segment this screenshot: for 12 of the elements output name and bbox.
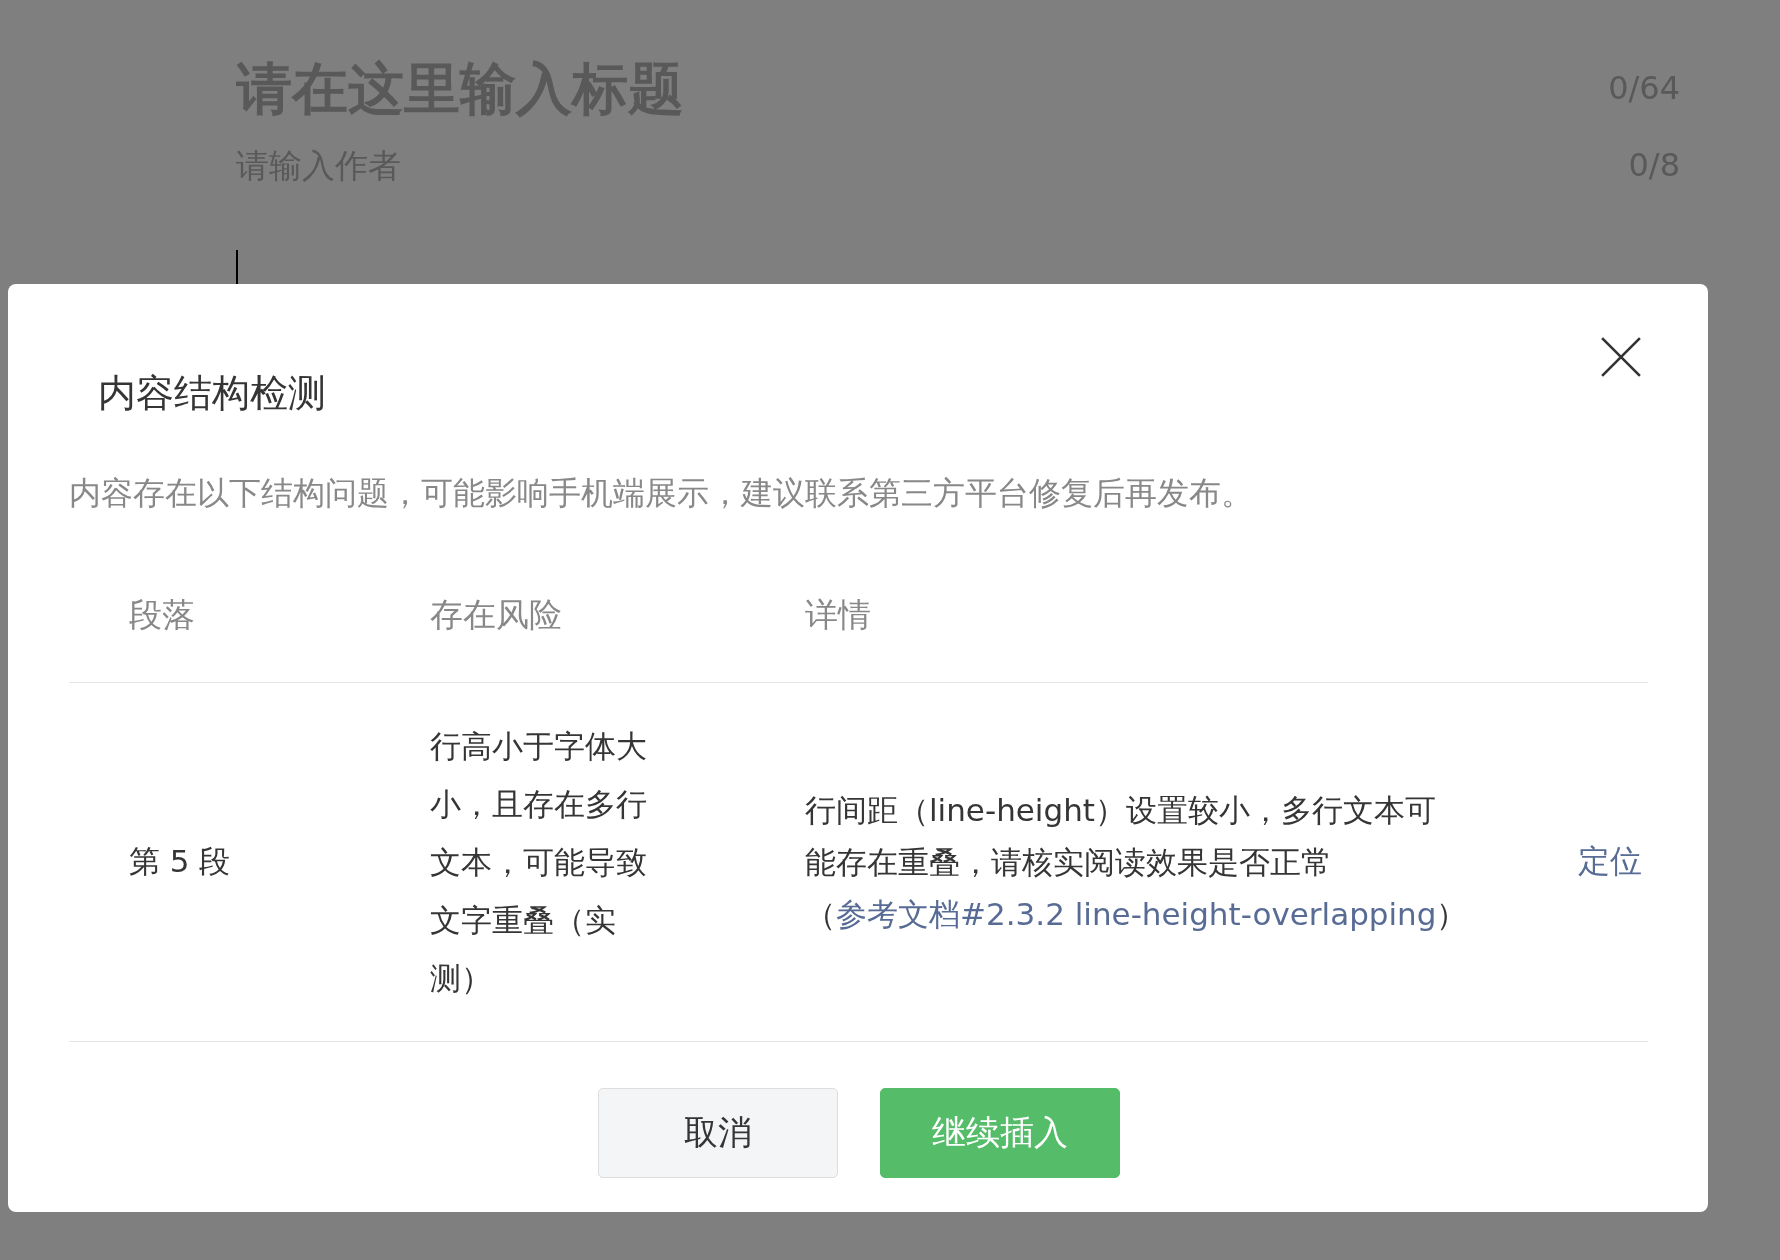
column-header: 段落 — [128, 594, 196, 636]
doc-link[interactable]: 参考文档#2.3.2 line-height-overlapping — [836, 896, 1437, 932]
column-header: 存在风险 — [430, 594, 563, 636]
close-icon[interactable] — [1600, 336, 1642, 378]
table-cell-text: 第 5 段 — [128, 842, 232, 881]
table-cell-text: 行高小于字体大小，且存在多行文本，可能导致文字重叠（实测） — [430, 727, 648, 998]
locate-link[interactable]: 定位 — [1578, 840, 1648, 884]
dialog-description: 内容存在以下结构问题，可能影响手机端展示，建议联系第三方平台修复后再发布。 — [69, 473, 1254, 514]
cancel-button[interactable]: 取消 — [597, 1088, 838, 1178]
column-header: 详情 — [805, 594, 872, 636]
table-cell-text: 行间距（line-height）设置较小，多行文本可能存在重叠，请核实阅读效果是否正常（参考文档#2.3.2 line-height-overlapping） — [805, 791, 1455, 934]
dialog-title: 内容结构检测 — [98, 370, 326, 417]
